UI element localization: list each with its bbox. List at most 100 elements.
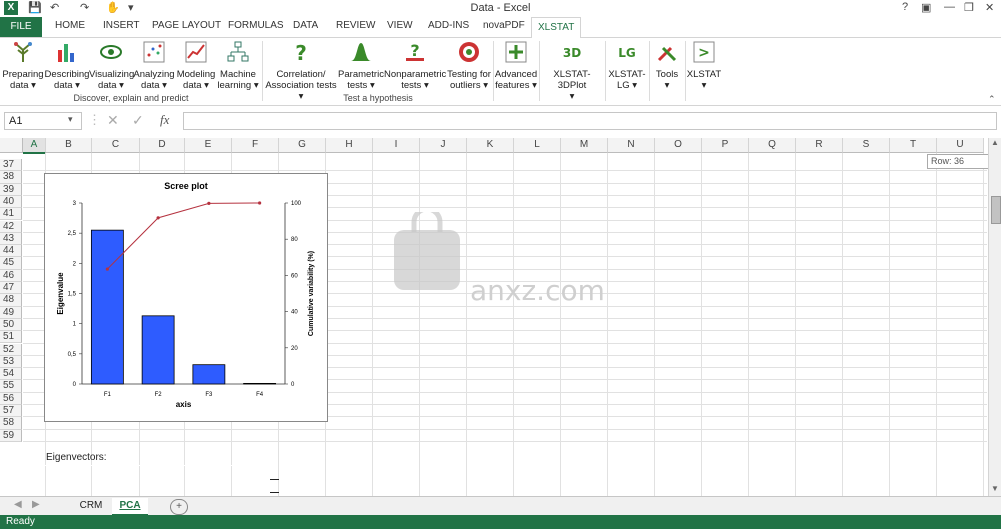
tab-formulas[interactable]: FORMULAS (228, 20, 284, 31)
column-header-A[interactable]: A (23, 138, 46, 154)
column-header-H[interactable]: H (326, 138, 373, 153)
row-header-37[interactable]: 37 (0, 159, 22, 172)
row-header-59[interactable]: 59 (0, 429, 22, 442)
row-header-45[interactable]: 45 (0, 257, 22, 270)
column-header-E[interactable]: E (185, 138, 232, 153)
tools-button[interactable]: Tools ▾ (650, 38, 684, 91)
new-sheet-button[interactable]: + (170, 499, 188, 515)
tab-data[interactable]: DATA (293, 20, 318, 31)
row-header-40[interactable]: 40 (0, 195, 22, 209)
insert-function-icon[interactable]: fx (160, 112, 169, 128)
scroll-up-icon[interactable]: ▲ (991, 138, 999, 147)
help-button[interactable]: ? (902, 1, 908, 13)
modeling-data-button[interactable]: Modeling data ▾ (175, 38, 217, 91)
analyzing-data-button[interactable]: Analyzing data ▾ (133, 38, 175, 91)
column-header-Q[interactable]: Q (749, 138, 796, 153)
vertical-scrollbar[interactable]: ▲ ▼ (988, 138, 1001, 496)
tab-add-ins[interactable]: ADD-INS (428, 20, 469, 31)
row-header-42[interactable]: 42 (0, 220, 22, 233)
column-header-J[interactable]: J (420, 138, 467, 153)
machine-learning-button[interactable]: Machine learning ▾ (217, 38, 259, 91)
row-header-53[interactable]: 53 (0, 355, 22, 369)
column-header-N[interactable]: N (608, 138, 655, 153)
describing-data-button[interactable]: Describing data ▾ (44, 38, 90, 91)
enter-icon[interactable]: ✓ (132, 112, 144, 129)
close-button[interactable]: ✕ (985, 1, 994, 14)
y-tick-label: 0,5 (68, 352, 77, 358)
tab-file[interactable]: FILE (0, 17, 42, 37)
column-header-L[interactable]: L (514, 138, 561, 153)
ribbon-options-button[interactable]: ▣ (921, 1, 931, 14)
select-all-corner[interactable] (0, 138, 23, 153)
row-header-38[interactable]: 38 (0, 171, 22, 184)
row-header-56[interactable]: 56 (0, 392, 22, 405)
x-tick-label: F2 (155, 392, 163, 398)
row-header-44[interactable]: 44 (0, 245, 22, 258)
row-header-50[interactable]: 50 (0, 318, 22, 332)
tab-xlstat[interactable]: XLSTAT (531, 17, 582, 39)
row-header-48[interactable]: 48 (0, 294, 22, 307)
column-header-M[interactable]: M (561, 138, 608, 153)
formula-more-icon[interactable]: ⋮ (88, 112, 101, 128)
parametric-tests-button[interactable]: Parametric tests ▾ (338, 38, 384, 91)
column-header-I[interactable]: I (373, 138, 420, 153)
tab-insert[interactable]: INSERT (103, 20, 140, 31)
row-header-49[interactable]: 49 (0, 306, 22, 319)
advanced-features-button[interactable]: Advanced features ▾ (494, 38, 538, 91)
row-header-52[interactable]: 52 (0, 343, 22, 356)
column-header-U[interactable]: U (937, 138, 984, 153)
cell-eigenvectors-label[interactable]: Eigenvectors: (46, 452, 107, 463)
sheet-prev-icon[interactable]: ◀ (14, 499, 22, 510)
column-header-T[interactable]: T (890, 138, 937, 153)
scroll-down-icon[interactable]: ▼ (991, 484, 999, 493)
tab-view[interactable]: VIEW (387, 20, 413, 31)
collapse-ribbon-icon[interactable]: ⌃ (988, 94, 996, 105)
preparing-data-button[interactable]: Preparing data ▾ (2, 38, 44, 91)
sheet-tab-crm[interactable]: CRM (72, 498, 110, 514)
row-header-51[interactable]: 51 (0, 331, 22, 344)
x-axis-label: axis (176, 400, 192, 409)
restore-button[interactable]: ❐ (964, 1, 974, 14)
grid-column-line (748, 153, 749, 496)
tab-page-layout[interactable]: PAGE LAYOUT (152, 20, 221, 31)
column-header-S[interactable]: S (843, 138, 890, 153)
visualizing-data-button[interactable]: Visualizing data ▾ (89, 38, 134, 91)
row-header-46[interactable]: 46 (0, 269, 22, 282)
svg-text:3D: 3D (563, 46, 581, 60)
row-header-39[interactable]: 39 (0, 183, 22, 196)
column-header-G[interactable]: G (279, 138, 326, 153)
row-header-57[interactable]: 57 (0, 405, 22, 418)
scroll-thumb[interactable] (991, 196, 1001, 224)
xlstat-lg-button[interactable]: LG XLSTAT- LG ▾ (606, 38, 648, 91)
column-header-B[interactable]: B (46, 138, 92, 153)
column-header-R[interactable]: R (796, 138, 843, 153)
nonparametric-tests-button[interactable]: ? Nonparametric tests ▾ (384, 38, 446, 91)
row-header-55[interactable]: 55 (0, 380, 22, 393)
name-box-dropdown-icon[interactable]: ▾ (68, 114, 73, 125)
column-header-D[interactable]: D (140, 138, 185, 153)
xlstat-3dplot-button[interactable]: 3D XLSTAT-3DPlot ▾ (540, 38, 604, 102)
row-header-58[interactable]: 58 (0, 417, 22, 430)
column-header-F[interactable]: F (232, 138, 279, 153)
row-header-43[interactable]: 43 (0, 232, 22, 246)
y2-axis-label: Cumulative variability (%) (308, 251, 315, 336)
sheet-tab-pca[interactable]: PCA (112, 498, 148, 516)
row-header-41[interactable]: 41 (0, 208, 22, 221)
row-header-47[interactable]: 47 (0, 282, 22, 295)
row-header-54[interactable]: 54 (0, 368, 22, 381)
testing-outliers-button[interactable]: Testing for outliers ▾ (446, 38, 492, 91)
sheet-next-icon[interactable]: ▶ (32, 499, 40, 510)
cancel-icon[interactable]: ✕ (107, 112, 119, 129)
tab-novapdf[interactable]: novaPDF (483, 20, 525, 31)
column-header-C[interactable]: C (92, 138, 140, 153)
xlstat-menu-button[interactable]: > XLSTAT ▾ (686, 38, 722, 91)
column-header-P[interactable]: P (702, 138, 749, 153)
column-header-K[interactable]: K (467, 138, 514, 153)
correlation-tests-button[interactable]: ? Correlation/Association tests ▾ (264, 38, 338, 102)
column-header-O[interactable]: O (655, 138, 702, 153)
formula-input[interactable] (183, 112, 997, 130)
tab-home[interactable]: HOME (55, 20, 85, 31)
scree-plot-chart[interactable]: Scree plot 0 0,5 1 1,5 2 2,5 3 0 20 40 60 80 100 F1 F2 F… (44, 173, 328, 422)
minimize-button[interactable]: — (944, 1, 955, 13)
tab-review[interactable]: REVIEW (336, 20, 375, 31)
